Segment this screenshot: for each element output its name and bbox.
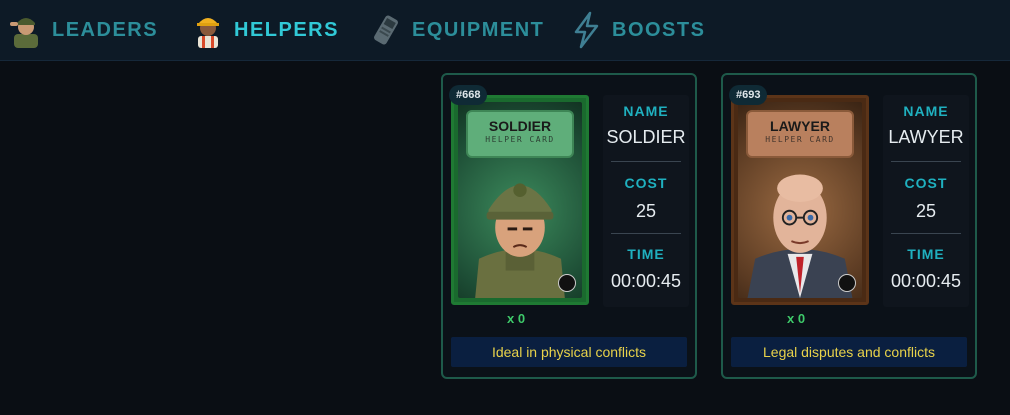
divider xyxy=(611,161,681,162)
time-key: TIME xyxy=(907,246,945,262)
brand-stamp-icon xyxy=(838,274,856,292)
tab-equipment[interactable]: EQUIPMENT xyxy=(366,0,544,60)
helper-card-art: LAWYER HELPER CARD xyxy=(731,95,869,305)
card-id-badge: #693 xyxy=(729,85,768,105)
quantity-count: x 0 xyxy=(507,311,526,326)
time-value: 00:00:45 xyxy=(890,271,962,291)
tab-leaders-label: LEADERS xyxy=(52,18,159,41)
card-description: Ideal in physical conflicts xyxy=(451,337,687,367)
worker-helper-icon xyxy=(188,10,228,50)
tab-boosts-label: BOOSTS xyxy=(612,18,706,41)
card-title-plaque: LAWYER HELPER CARD xyxy=(746,110,854,158)
cost-value: 25 xyxy=(635,201,657,221)
helper-card-lawyer[interactable]: LAWYER HELPER CARD #693 NAME LAWYER COST… xyxy=(721,73,977,379)
quantity-count: x 0 xyxy=(787,311,806,326)
card-id-badge: #668 xyxy=(449,85,488,105)
name-key: NAME xyxy=(623,103,669,119)
tab-helpers-label: HELPERS xyxy=(234,18,339,41)
time-value: 00:00:45 xyxy=(610,271,682,291)
card-art-title: SOLDIER xyxy=(488,118,552,134)
helper-card-art: SOLDIER HELPER CARD xyxy=(451,95,589,305)
card-title-plaque: SOLDIER HELPER CARD xyxy=(466,110,574,158)
helper-card-soldier[interactable]: SOLDIER HELPER CARD #668 NAME SOLDIER CO… xyxy=(441,73,697,379)
tab-helpers[interactable]: HELPERS xyxy=(188,0,339,60)
time-key: TIME xyxy=(627,246,665,262)
card-info-panel: NAME SOLDIER COST 25 TIME 00:00:45 xyxy=(603,95,689,307)
tab-equipment-label: EQUIPMENT xyxy=(412,18,545,41)
soldier-leader-icon xyxy=(6,10,46,50)
card-description: Legal disputes and conflicts xyxy=(731,337,967,367)
card-art-title: LAWYER xyxy=(770,118,830,134)
cost-value: 25 xyxy=(915,201,937,221)
name-key: NAME xyxy=(903,103,949,119)
divider xyxy=(891,233,961,234)
cost-key: COST xyxy=(904,175,948,191)
top-navigation-bar: LEADERS HELPERS EQUIPMENT BOOSTS xyxy=(0,0,1010,61)
divider xyxy=(891,161,961,162)
card-art-subtitle: HELPER CARD xyxy=(485,135,555,144)
divider xyxy=(611,233,681,234)
name-value: SOLDIER xyxy=(606,127,686,147)
phone-device-icon xyxy=(366,10,406,50)
tab-leaders[interactable]: LEADERS xyxy=(6,0,158,60)
name-value: LAWYER xyxy=(888,127,964,147)
brand-stamp-icon xyxy=(558,274,576,292)
cost-key: COST xyxy=(624,175,668,191)
tab-boosts[interactable]: BOOSTS xyxy=(566,0,705,60)
card-info-panel: NAME LAWYER COST 25 TIME 00:00:45 xyxy=(883,95,969,307)
card-art-subtitle: HELPER CARD xyxy=(765,135,835,144)
lightning-bolt-icon xyxy=(566,10,606,50)
